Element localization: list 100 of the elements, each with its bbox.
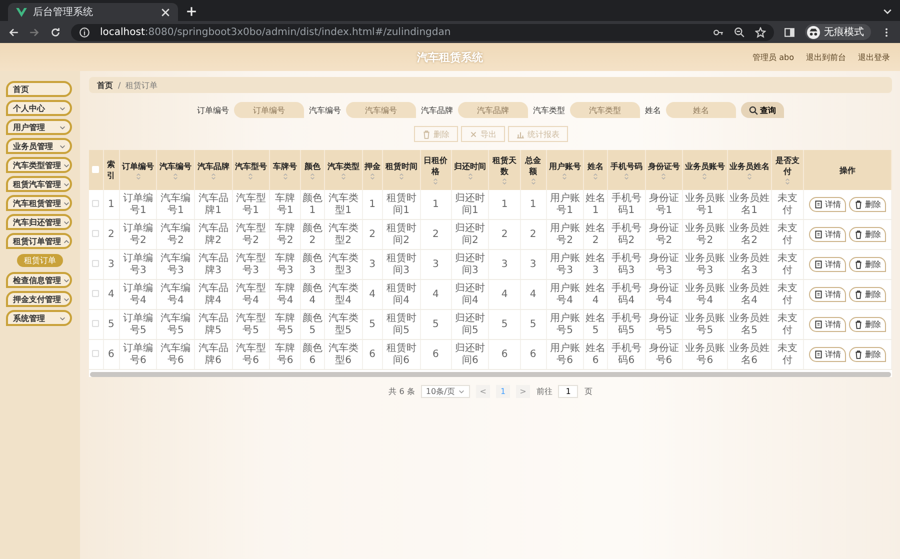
sidebar-item[interactable]: 租赁汽车管理 bbox=[6, 176, 72, 192]
incognito-button[interactable]: 无痕模式 bbox=[805, 24, 871, 40]
column-header[interactable]: 姓名 bbox=[588, 160, 604, 172]
table-cell: 汽车编号3 bbox=[156, 250, 195, 280]
breadcrumb-link[interactable]: 首页 bbox=[97, 80, 113, 90]
sort-icon[interactable] bbox=[398, 172, 404, 180]
sort-icon[interactable] bbox=[173, 172, 178, 180]
row-checkbox[interactable] bbox=[92, 200, 100, 207]
sort-icon[interactable] bbox=[502, 178, 508, 185]
sort-icon[interactable] bbox=[593, 172, 598, 180]
table-cell: 汽车型号6 bbox=[232, 340, 270, 370]
sidebar-item[interactable]: 汽车租赁管理 bbox=[6, 195, 72, 211]
document-icon bbox=[814, 290, 823, 299]
table-cell: 6 bbox=[520, 340, 546, 370]
sort-icon[interactable] bbox=[784, 178, 790, 185]
delete-button[interactable]: 删除 bbox=[849, 317, 886, 332]
sort-icon[interactable] bbox=[624, 172, 629, 180]
table-cell: 身份证号6 bbox=[645, 340, 683, 370]
table-cell: 5 bbox=[362, 310, 383, 340]
sort-icon[interactable] bbox=[468, 172, 473, 180]
chevron-down-icon bbox=[63, 180, 70, 188]
delete-button[interactable]: 删除 bbox=[849, 227, 886, 242]
select-all-checkbox[interactable] bbox=[92, 166, 100, 172]
new-tab-icon[interactable] bbox=[186, 6, 197, 17]
delete-button[interactable]: 删除 bbox=[849, 197, 886, 212]
details-button[interactable]: 详情 bbox=[809, 287, 846, 302]
table-cell: 用户账号4 bbox=[546, 280, 584, 310]
sidebar-item[interactable]: 汽车归还管理 bbox=[6, 214, 72, 230]
sort-icon[interactable] bbox=[136, 172, 141, 180]
sidebar-item[interactable]: 检查信息管理 bbox=[6, 272, 72, 288]
table-cell: 汽车品牌2 bbox=[194, 220, 232, 250]
sort-icon[interactable] bbox=[433, 178, 438, 185]
sort-icon[interactable] bbox=[702, 172, 708, 180]
sort-icon[interactable] bbox=[210, 172, 216, 180]
browser-tab[interactable]: 后台管理系统 bbox=[8, 3, 178, 21]
zoom-out-icon[interactable] bbox=[734, 26, 745, 38]
star-icon[interactable] bbox=[755, 26, 766, 38]
page-size-select[interactable]: 10条/页 bbox=[420, 385, 470, 398]
sort-icon[interactable] bbox=[530, 178, 536, 185]
sort-icon[interactable] bbox=[746, 172, 752, 180]
address-field[interactable]: localhost:8080/springboot3x0bo/admin/dist/index.html#/zulindingdan bbox=[71, 24, 774, 40]
bar-chart-icon bbox=[516, 130, 524, 138]
sort-icon[interactable] bbox=[248, 172, 254, 180]
details-button[interactable]: 详情 bbox=[809, 257, 846, 272]
sidebar-item[interactable]: 用户管理 bbox=[6, 119, 72, 135]
field-label: 汽车品牌 bbox=[421, 104, 453, 116]
delete-button[interactable]: 删除 bbox=[849, 257, 886, 272]
search-field[interactable]: 订单编号 bbox=[234, 102, 304, 118]
sidebar-item[interactable]: 汽车类型管理 bbox=[6, 157, 72, 173]
chevron-down-icon[interactable] bbox=[883, 7, 892, 16]
row-checkbox[interactable] bbox=[92, 260, 100, 267]
column-header[interactable]: 颜色 bbox=[304, 160, 320, 172]
close-icon[interactable] bbox=[161, 8, 170, 16]
forward-icon[interactable] bbox=[29, 26, 40, 38]
sidebar-item[interactable]: 首页 bbox=[6, 81, 72, 97]
table-cell: 汽车品牌1 bbox=[194, 190, 232, 220]
sidebar-item[interactable]: 系统管理 bbox=[6, 310, 72, 326]
table-cell: 6 bbox=[362, 340, 383, 370]
delete-button[interactable]: 删除 bbox=[849, 347, 886, 362]
page-input[interactable]: 1 bbox=[558, 385, 578, 398]
row-checkbox[interactable] bbox=[92, 290, 100, 297]
sidebar-item[interactable]: 押金支付管理 bbox=[6, 291, 72, 307]
sort-icon[interactable] bbox=[282, 172, 288, 180]
table-cell: 订单编号3 bbox=[119, 250, 157, 280]
delete-button[interactable]: 删除 bbox=[849, 287, 886, 302]
sidebar-item[interactable]: 租赁订单管理 bbox=[6, 233, 72, 249]
details-button[interactable]: 详情 bbox=[809, 227, 846, 242]
field-label: 汽车编号 bbox=[309, 104, 341, 116]
table-cell: 5 bbox=[488, 310, 520, 340]
trash-icon bbox=[854, 230, 863, 239]
search-field[interactable]: 汽车编号 bbox=[346, 102, 416, 118]
sort-icon[interactable] bbox=[562, 172, 568, 180]
table-cell: 汽车型号2 bbox=[232, 220, 270, 250]
sidebar-item[interactable]: 个人中心 bbox=[6, 100, 72, 116]
sidebar-item[interactable]: 业务员管理 bbox=[6, 138, 72, 154]
sort-icon[interactable] bbox=[370, 172, 375, 180]
header-link[interactable]: 退出登录 bbox=[858, 52, 890, 62]
table-cell: 未支付 bbox=[771, 340, 804, 370]
details-button[interactable]: 详情 bbox=[809, 347, 846, 362]
sidebar-icon[interactable] bbox=[784, 26, 795, 38]
user-link[interactable]: 管理员 abo bbox=[752, 52, 794, 62]
back-icon[interactable] bbox=[8, 26, 19, 38]
details-button[interactable]: 详情 bbox=[809, 317, 846, 332]
table-cell: 车牌号2 bbox=[270, 220, 300, 250]
sort-icon[interactable] bbox=[661, 172, 666, 180]
search-field[interactable]: 姓名 bbox=[666, 102, 736, 118]
row-checkbox[interactable] bbox=[92, 350, 100, 357]
table-cell: 2 bbox=[103, 220, 120, 250]
search-button[interactable]: 查询 bbox=[741, 102, 784, 118]
search-field[interactable]: 汽车类型 bbox=[570, 102, 640, 118]
header-link[interactable]: 退出到前台 bbox=[806, 52, 846, 62]
row-checkbox[interactable] bbox=[92, 320, 100, 327]
details-button[interactable]: 详情 bbox=[809, 197, 846, 212]
row-checkbox[interactable] bbox=[92, 230, 100, 237]
search-field[interactable]: 汽车品牌 bbox=[458, 102, 528, 118]
table-cell: 姓名5 bbox=[584, 310, 608, 340]
sort-icon[interactable] bbox=[340, 172, 346, 180]
reload-icon[interactable] bbox=[50, 26, 61, 38]
scrollbar[interactable] bbox=[90, 372, 891, 377]
sort-icon[interactable] bbox=[310, 172, 315, 180]
